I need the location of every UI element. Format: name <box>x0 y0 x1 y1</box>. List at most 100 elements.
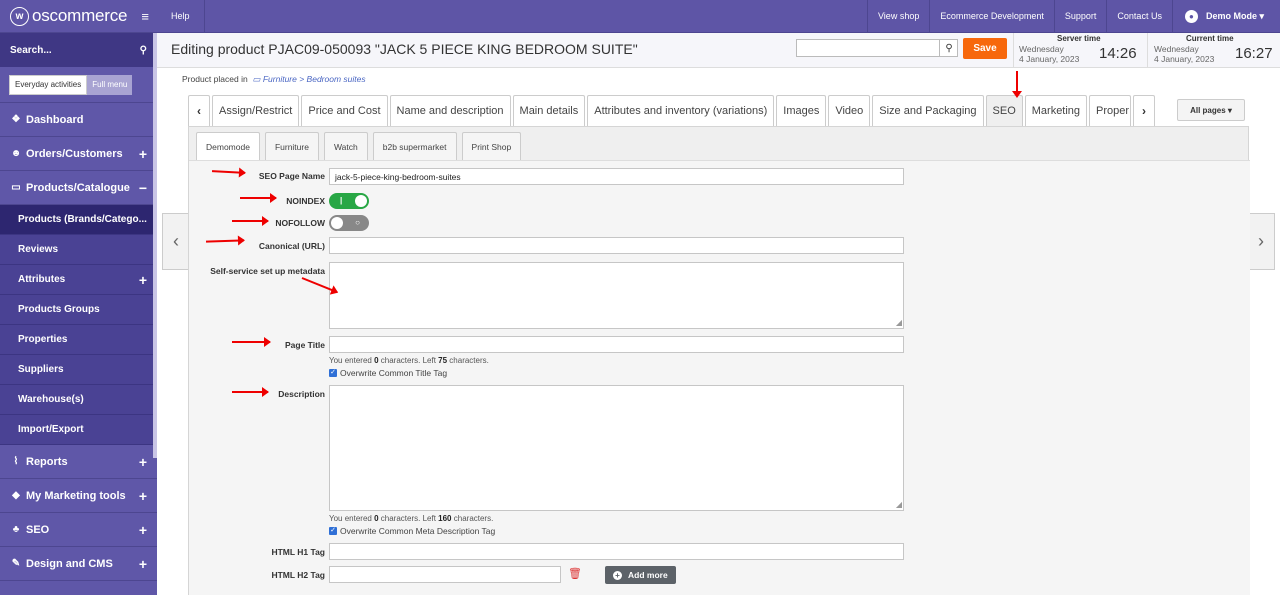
product-tabs: ‹ Assign/Restrict Price and Cost Name an… <box>188 95 1157 126</box>
store-tab-print-shop[interactable]: Print Shop <box>461 132 522 160</box>
all-pages-label: All pages <box>1190 105 1226 115</box>
sidebar-search[interactable]: Search... ⚲ <box>0 33 157 67</box>
sidebar-subitem-label: Import/Export <box>18 424 84 435</box>
sidebar-subitem-warehouses[interactable]: Warehouse(s) <box>0 385 157 415</box>
canonical-url-input[interactable] <box>329 237 904 254</box>
folder-icon: ▭ <box>11 182 21 193</box>
breadcrumb-subcategory-link[interactable]: Bedroom suites <box>307 74 366 84</box>
checkbox-checked-icon[interactable]: ✓ <box>329 369 337 377</box>
tab-main-details[interactable]: Main details <box>512 95 586 126</box>
resize-grip-icon[interactable]: ◢ <box>896 319 902 327</box>
sidebar-subitem-products[interactable]: Products (Brands/Catego... <box>0 205 157 235</box>
overwrite-description-checkbox[interactable]: ✓ Overwrite Common Meta Description Tag <box>329 526 495 536</box>
sidebar-subitem-suppliers[interactable]: Suppliers <box>0 355 157 385</box>
expand-plus-icon[interactable]: + <box>139 488 147 504</box>
menu-mode-switch: Everyday activities Full menu <box>0 67 157 103</box>
sidebar-item-design-cms[interactable]: ✎ Design and CMS + <box>0 547 157 581</box>
breadcrumb: Product placed in ▭ Furniture > Bedroom … <box>182 74 366 84</box>
tab-images[interactable]: Images <box>776 95 827 126</box>
tab-name-description[interactable]: Name and description <box>389 95 511 126</box>
search-icon[interactable]: ⚲ <box>939 39 958 57</box>
everyday-activities-button[interactable]: Everyday activities <box>9 74 88 95</box>
page-title-input[interactable] <box>329 336 904 353</box>
view-shop-link[interactable]: View shop <box>866 0 929 33</box>
sidebar-subitem-products-groups[interactable]: Products Groups <box>0 295 157 325</box>
nofollow-label: NOFOLLOW <box>275 218 325 228</box>
user-name: Demo Mode <box>1205 11 1257 21</box>
hamburger-menu-icon[interactable]: ≡ <box>141 9 149 24</box>
tab-size-packaging[interactable]: Size and Packaging <box>872 95 984 126</box>
tab-marketing[interactable]: Marketing <box>1024 95 1088 126</box>
description-textarea[interactable]: ◢ <box>329 385 904 511</box>
sidebar-item-dashboard[interactable]: ❖ Dashboard <box>0 103 157 137</box>
sidebar-item-reports[interactable]: ⌇ Reports + <box>0 445 157 479</box>
sidebar-item-partial[interactable] <box>0 581 157 595</box>
overwrite-title-checkbox[interactable]: ✓ Overwrite Common Title Tag <box>329 368 447 378</box>
all-pages-dropdown[interactable]: All pages ▾ <box>1177 99 1245 121</box>
nofollow-toggle[interactable]: ○ <box>329 215 369 231</box>
sitemap-icon: ♣ <box>12 524 20 535</box>
resize-grip-icon[interactable]: ◢ <box>896 501 902 509</box>
add-more-button[interactable]: + Add more <box>605 566 676 584</box>
expand-plus-icon[interactable]: + <box>139 556 147 572</box>
expand-plus-icon[interactable]: + <box>139 454 147 470</box>
sidebar-subitem-reviews[interactable]: Reviews <box>0 235 157 265</box>
search-icon[interactable]: ⚲ <box>140 45 147 56</box>
sidebar-subitem-attributes[interactable]: Attributes + <box>0 265 157 295</box>
expand-plus-icon[interactable]: + <box>139 146 147 162</box>
sidebar-item-seo[interactable]: ♣ SEO + <box>0 513 157 547</box>
server-day-name: Wednesday <box>1019 44 1064 54</box>
ecommerce-development-link[interactable]: Ecommerce Development <box>929 0 1054 33</box>
h2-tag-label: HTML H2 Tag <box>271 570 325 580</box>
annotation-arrow <box>232 387 269 397</box>
sidebar-subitem-label: Warehouse(s) <box>18 394 84 405</box>
tabs-scroll-right-icon[interactable]: › <box>1133 95 1156 126</box>
overwrite-description-label: Overwrite Common Meta Description Tag <box>340 526 496 536</box>
sidebar-item-orders-customers[interactable]: ☻ Orders/Customers + <box>0 137 157 171</box>
top-bar: Help View shop Ecommerce Development Sup… <box>157 0 1280 33</box>
seo-page-name-input[interactable]: jack-5-piece-king-bedroom-suites <box>329 168 904 185</box>
store-tabs: Demomode Furniture Watch b2b supermarket… <box>196 132 526 160</box>
tabs-scroll-left-icon[interactable]: ‹ <box>188 95 210 126</box>
store-tab-watch[interactable]: Watch <box>323 132 368 160</box>
header-search-input[interactable] <box>796 39 958 57</box>
checkbox-checked-icon[interactable]: ✓ <box>329 527 337 535</box>
collapse-minus-icon[interactable]: − <box>139 180 147 196</box>
logo[interactable]: w oscommerce ≡ <box>0 0 157 33</box>
expand-plus-icon[interactable]: + <box>139 522 147 538</box>
tab-attributes-inventory[interactable]: Attributes and inventory (variations) <box>587 95 775 126</box>
sidebar-item-products-catalogue[interactable]: ▭ Products/Catalogue − <box>0 171 157 205</box>
self-service-metadata-textarea[interactable]: ◢ <box>329 262 904 329</box>
h1-tag-input[interactable] <box>329 543 904 560</box>
canonical-url-label: Canonical (URL) <box>258 241 325 251</box>
sidebar-subitem-properties[interactable]: Properties <box>0 325 157 355</box>
caret-down-icon: ▾ <box>1256 10 1264 21</box>
store-tab-b2b[interactable]: b2b supermarket <box>372 132 457 160</box>
expand-plus-icon[interactable]: + <box>139 272 147 288</box>
next-product-arrow[interactable]: › <box>1247 213 1275 270</box>
user-menu[interactable]: ● Demo Mode ▾ <box>1171 0 1280 33</box>
contact-us-link[interactable]: Contact Us <box>1106 0 1172 33</box>
tab-assign-restrict[interactable]: Assign/Restrict <box>212 95 300 126</box>
trash-icon[interactable]: 🗑 <box>568 567 582 580</box>
noindex-toggle[interactable]: | <box>329 193 369 209</box>
server-time-label: Server time <box>1057 34 1101 43</box>
store-tab-furniture[interactable]: Furniture <box>264 132 319 160</box>
save-button[interactable]: Save <box>963 38 1007 59</box>
prev-product-arrow[interactable]: ‹ <box>162 213 190 270</box>
breadcrumb-prefix: Product placed in <box>182 74 248 84</box>
sidebar-subitem-import-export[interactable]: Import/Export <box>0 415 157 445</box>
full-menu-button[interactable]: Full menu <box>87 74 133 95</box>
tab-price-cost[interactable]: Price and Cost <box>301 95 388 126</box>
store-tab-demomode[interactable]: Demomode <box>196 132 260 160</box>
breadcrumb-category-link[interactable]: Furniture <box>263 74 297 84</box>
sidebar-item-marketing-tools[interactable]: ◆ My Marketing tools + <box>0 479 157 513</box>
support-link[interactable]: Support <box>1053 0 1107 33</box>
help-link[interactable]: Help <box>157 0 205 33</box>
folder-icon: ▭ <box>250 74 261 84</box>
server-date: 4 January, 2023 <box>1019 54 1080 64</box>
tab-properties[interactable]: Proper <box>1089 95 1132 126</box>
h2-tag-input[interactable] <box>329 566 561 583</box>
tab-seo[interactable]: SEO <box>985 95 1023 126</box>
tab-video[interactable]: Video <box>828 95 871 126</box>
